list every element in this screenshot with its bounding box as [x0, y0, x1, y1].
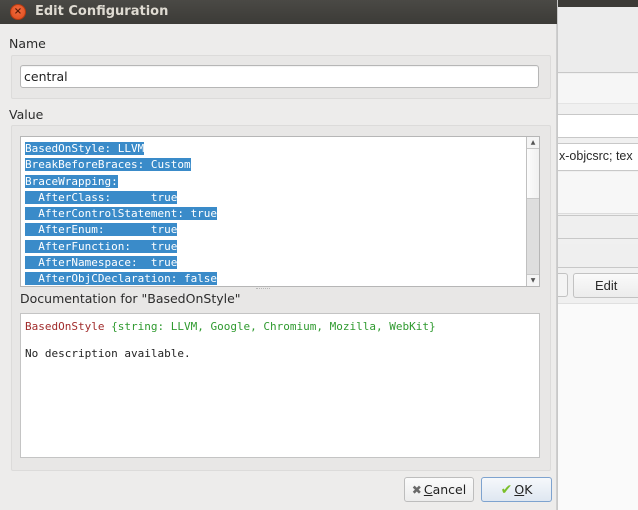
- edit-configuration-dialog: × Edit Configuration Name central Value …: [0, 0, 557, 510]
- background-panel: [558, 303, 638, 510]
- background-edit-button[interactable]: Edit: [573, 273, 638, 298]
- documentation-signature: BasedOnStyle {string: LLVM, Google, Chro…: [25, 319, 535, 335]
- editor-line: AfterEnum: true: [25, 222, 217, 238]
- background-mimetypes-field[interactable]: x-objcsrc; tex: [558, 143, 638, 171]
- background-panel: [558, 172, 638, 214]
- background-button[interactable]: [558, 273, 568, 297]
- value-label: Value: [9, 107, 44, 122]
- documentation-description: No description available.: [25, 347, 191, 360]
- background-panel: [558, 7, 638, 73]
- documentation-box: BasedOnStyle {string: LLVM, Google, Chro…: [20, 313, 540, 458]
- value-editor[interactable]: BasedOnStyle: LLVM BreakBeforeBraces: Cus…: [20, 136, 540, 287]
- editor-line: AfterObjCDeclaration: false: [25, 271, 218, 286]
- name-label: Name: [9, 36, 46, 51]
- title-bar: × Edit Configuration: [0, 0, 557, 24]
- editor-line: BasedOnStyle: LLVM: [25, 141, 217, 157]
- editor-line-text: AfterEnum: true: [25, 223, 178, 237]
- ok-mnemonic: O: [514, 482, 525, 497]
- background-row: [558, 215, 638, 239]
- editor-content[interactable]: BasedOnStyle: LLVM BreakBeforeBraces: Cus…: [25, 141, 218, 286]
- background-panel: [558, 74, 638, 104]
- editor-line: BraceWrapping:: [25, 174, 217, 190]
- scroll-down-arrow-icon[interactable]: ▼: [527, 274, 539, 286]
- cancel-button[interactable]: ✖ Cancel: [404, 477, 474, 502]
- editor-line: AfterClass: true: [25, 190, 217, 206]
- name-input[interactable]: central: [20, 65, 539, 88]
- editor-line-text: BasedOnStyle: LLVM: [25, 142, 145, 155]
- close-icon[interactable]: ×: [10, 4, 26, 20]
- editor-line-text: AfterClass: true: [25, 190, 178, 204]
- splitter-handle[interactable]: [256, 288, 270, 290]
- documentation-label: Documentation for "BasedOnStyle": [20, 291, 241, 306]
- ok-button[interactable]: ✔ OK: [481, 477, 552, 502]
- editor-line-text: AfterObjCDeclaration: false: [25, 272, 218, 286]
- scroll-up-arrow-icon[interactable]: ▲: [527, 137, 539, 149]
- editor-line: AfterNamespace: true: [25, 255, 217, 271]
- scrollbar-thumb[interactable]: [527, 149, 539, 199]
- editor-line-text: AfterNamespace: true: [25, 256, 178, 270]
- editor-scrollbar[interactable]: ▲ ▼: [526, 137, 539, 286]
- documentation-type-info: {string: LLVM, Google, Chromium, Mozilla…: [111, 320, 436, 333]
- editor-line: AfterFunction: true: [25, 239, 217, 255]
- x-icon: ✖: [411, 483, 422, 497]
- dialog-title: Edit Configuration: [35, 4, 169, 19]
- editor-line-text: BreakBeforeBraces: Custom: [25, 158, 191, 172]
- editor-line-text: BraceWrapping:: [25, 174, 118, 188]
- cancel-label: ancel: [432, 482, 467, 497]
- ok-label: K: [524, 482, 533, 497]
- checkmark-icon: ✔: [500, 482, 513, 498]
- documentation-key: BasedOnStyle: [25, 320, 105, 333]
- editor-line: BreakBeforeBraces: Custom: [25, 157, 217, 173]
- background-window: x-objcsrc; tex Edit: [557, 0, 638, 510]
- editor-line: AfterControlStatement: true: [25, 206, 218, 222]
- background-input[interactable]: [558, 114, 638, 138]
- background-titlebar: [558, 0, 638, 7]
- editor-line-text: AfterControlStatement: true: [25, 207, 218, 221]
- editor-line-text: AfterFunction: true: [25, 239, 178, 253]
- background-row: [558, 244, 638, 268]
- cancel-mnemonic: C: [423, 482, 433, 497]
